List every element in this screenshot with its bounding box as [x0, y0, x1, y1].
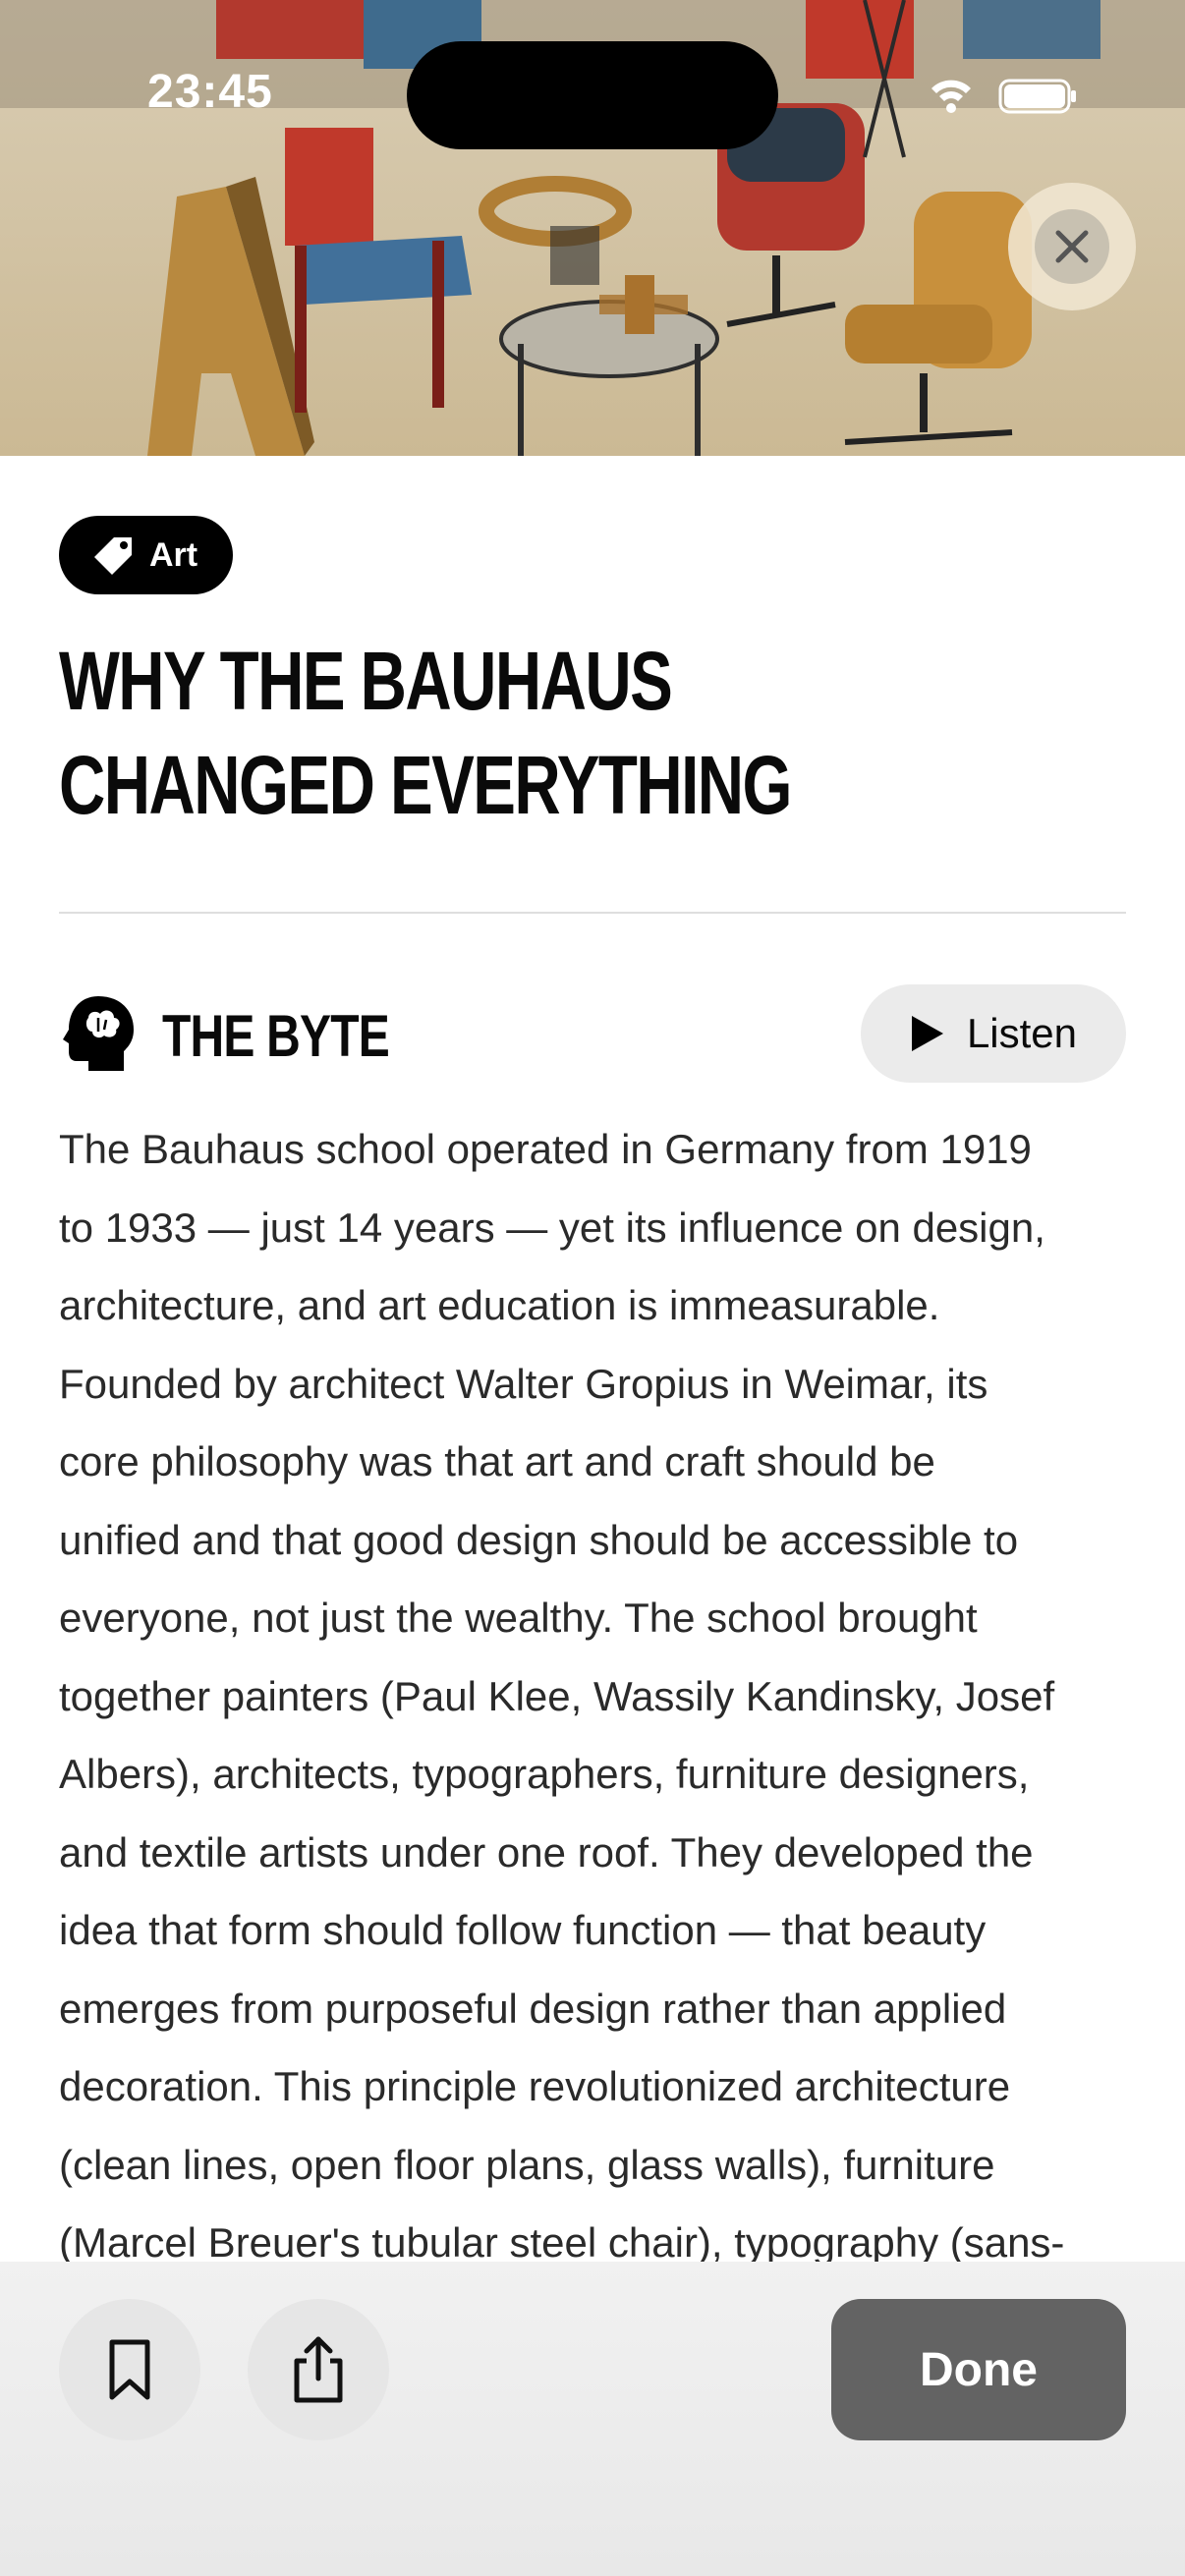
body-line: Albers), architects, typographers, furni…: [59, 1751, 1030, 1797]
body-line: Founded by architect Walter Gropius in W…: [59, 1360, 988, 1407]
share-icon: [294, 2336, 343, 2403]
body-line: architecture, and art education is immea…: [59, 1282, 940, 1328]
listen-label: Listen: [966, 1010, 1078, 1056]
body-line: emerges from purposeful design rather th…: [59, 1985, 1007, 2032]
body-line: (clean lines, open floor plans, glass wa…: [59, 2141, 995, 2188]
bookmark-icon: [109, 2339, 150, 2400]
battery-icon: [998, 79, 1076, 114]
category-tag[interactable]: Art: [59, 516, 234, 594]
tag-label: Art: [149, 535, 198, 574]
article-title-line-1: WHY THE BAUHAUS: [59, 635, 673, 727]
body-line: decoration. This principle revolutionize…: [59, 2063, 1011, 2109]
play-icon: [911, 1016, 943, 1051]
body-line: The Bauhaus school operated in Germany f…: [59, 1126, 1032, 1172]
done-button[interactable]: Done: [831, 2299, 1126, 2440]
section-title: THE BYTE: [162, 1003, 390, 1069]
dynamic-island: [407, 41, 778, 149]
article-title: WHY THE BAUHAUS CHANGED EVERYTHING: [59, 629, 792, 837]
article-title-line-2: CHANGED EVERYTHING: [59, 739, 792, 831]
body-line: and textile artists under one roof. They…: [59, 1828, 1034, 1876]
body-line: idea that form should follow function — …: [59, 1907, 987, 1953]
body-line: together painters (Paul Klee, Wassily Ka…: [59, 1672, 1055, 1719]
share-button[interactable]: [248, 2299, 389, 2440]
close-icon: [1055, 230, 1089, 263]
close-button[interactable]: [1008, 183, 1136, 310]
body-line: to 1933 — just 14 years — yet its influe…: [59, 1204, 1045, 1251]
divider: [59, 912, 1126, 914]
brain-head-icon: [63, 996, 134, 1071]
status-time: 23:45: [147, 66, 273, 118]
wifi-icon: [931, 80, 971, 113]
body-line: unified and that good design should be a…: [59, 1516, 1019, 1563]
body-line: core philosophy was that art and craft s…: [59, 1438, 935, 1484]
body-line: everyone, not just the wealthy. The scho…: [59, 1595, 978, 1641]
listen-button[interactable]: Listen: [861, 984, 1126, 1083]
status-icons: [931, 79, 1076, 114]
bookmark-button[interactable]: [59, 2299, 200, 2440]
tag-icon: [94, 537, 132, 575]
article-body: The Bauhaus school operated in Germany f…: [59, 1110, 1130, 2282]
